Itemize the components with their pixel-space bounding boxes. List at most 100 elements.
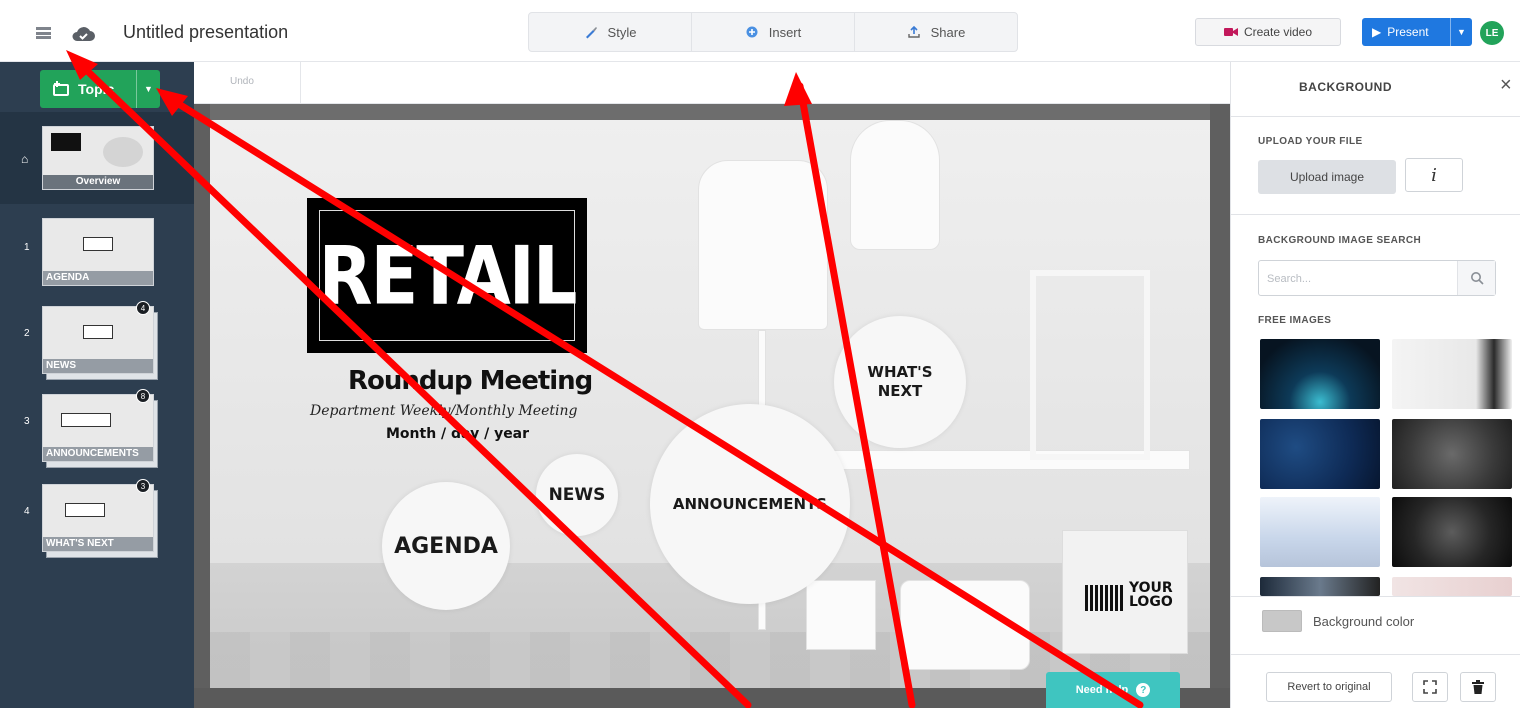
retail-title-frame: RETAIL: [319, 210, 577, 341]
close-icon[interactable]: ×: [1500, 74, 1512, 97]
topic-label: ANNOUNCEMENTS: [672, 495, 828, 513]
home-icon[interactable]: ⌂: [21, 152, 28, 166]
app-window: Untitled presentation Style Insert Share…: [0, 0, 1520, 708]
background-color-swatch[interactable]: [1262, 610, 1302, 632]
subtopic-count-badge: 4: [136, 301, 150, 315]
thumb-mini-block: [65, 503, 105, 517]
panel-title: BACKGROUND: [1299, 80, 1392, 94]
topic-options-chevron-down-icon[interactable]: ▼: [136, 70, 160, 108]
avatar[interactable]: LE: [1480, 21, 1504, 45]
free-image-thumbnail[interactable]: [1392, 577, 1512, 596]
topic-circle-announcements[interactable]: ANNOUNCEMENTS: [650, 404, 850, 604]
topic-label-line2: NEXT: [877, 382, 923, 400]
logo-placeholder[interactable]: YOUR LOGO: [1062, 530, 1188, 654]
background-color-label[interactable]: Background color: [1313, 614, 1414, 629]
image-search-section-label: BACKGROUND IMAGE SEARCH: [1258, 235, 1422, 246]
slide-thumbnail-announcements[interactable]: ANNOUNCEMENTS: [42, 394, 154, 462]
free-image-thumbnail[interactable]: [1260, 497, 1380, 567]
slide-number: 3: [24, 416, 30, 427]
subtopic-count-badge: 8: [136, 389, 150, 403]
fit-fullscreen-button[interactable]: [1412, 672, 1448, 702]
slide-thumbnail-whats-next[interactable]: WHAT'S NEXT: [42, 484, 154, 552]
overview-label: Overview: [43, 175, 153, 189]
search-button[interactable]: [1457, 261, 1495, 295]
slide-date[interactable]: Month / day / year: [386, 426, 529, 442]
tab-style[interactable]: Style: [529, 13, 691, 51]
mannequin: [850, 120, 940, 250]
slide-thumbnail-label: WHAT'S NEXT: [43, 537, 153, 551]
top-bar: Untitled presentation Style Insert Share…: [0, 0, 1520, 62]
barcode-logo-icon: [1085, 585, 1125, 611]
slide-thumbnail-agenda[interactable]: AGENDA: [42, 218, 154, 286]
topic-label: AGENDA: [394, 533, 498, 559]
present-main[interactable]: ▶ Present: [1362, 18, 1450, 46]
tab-share-label: Share: [930, 24, 966, 40]
present-options-chevron-down-icon[interactable]: ▼: [1450, 18, 1472, 46]
subtopic-count-badge: 3: [136, 479, 150, 493]
tab-style-label: Style: [607, 24, 637, 40]
upload-image-button[interactable]: Upload image: [1258, 160, 1396, 194]
create-video-label: Create video: [1243, 25, 1313, 39]
help-question-icon: ?: [1136, 683, 1151, 697]
free-image-thumbnail[interactable]: [1392, 419, 1512, 489]
slide-number: 2: [24, 328, 30, 339]
insert-shape-icon: [746, 26, 758, 38]
free-image-thumbnail[interactable]: [1392, 497, 1512, 567]
topic-circle-news[interactable]: NEWS: [536, 454, 618, 536]
topic-label: WHAT'S NEXT: [867, 363, 932, 401]
tab-share[interactable]: Share: [854, 13, 1017, 51]
retail-title-box[interactable]: RETAIL: [307, 198, 587, 353]
presentation-slide[interactable]: RETAIL Roundup Meeting Department Weekly…: [210, 120, 1210, 688]
thumb-mini-block: [61, 413, 111, 427]
video-camera-icon: [1223, 28, 1238, 36]
image-info-button[interactable]: i: [1405, 158, 1463, 192]
background-search-input[interactable]: [1267, 270, 1447, 288]
need-help-label: Need help: [1075, 684, 1129, 696]
slide-thumbnail-label: NEWS: [43, 359, 153, 373]
lamp-shade: [698, 160, 828, 330]
document-title[interactable]: Untitled presentation: [123, 22, 288, 43]
topic-circle-agenda[interactable]: AGENDA: [382, 482, 510, 610]
canvas-frame: [1210, 104, 1230, 708]
upload-section-label: UPLOAD YOUR FILE: [1258, 136, 1363, 147]
need-help-button[interactable]: Need help ?: [1046, 672, 1180, 708]
shopping-bag: [806, 580, 876, 650]
slide-thumbnail-label: AGENDA: [43, 271, 153, 285]
canvas-frame: [194, 104, 210, 708]
panel-divider: [1231, 654, 1520, 655]
slide-number: 1: [24, 242, 30, 253]
share-upload-icon: [907, 25, 920, 38]
search-icon: [1470, 272, 1484, 285]
thumb-brand-block: [51, 133, 81, 151]
topic-circle-whats-next[interactable]: WHAT'S NEXT: [834, 316, 966, 448]
delete-background-button[interactable]: [1460, 672, 1496, 702]
logo-line2: LOGO: [1129, 594, 1173, 610]
free-image-thumbnail[interactable]: [1260, 577, 1380, 596]
free-image-thumbnail[interactable]: [1260, 339, 1380, 409]
undo-button[interactable]: Undo: [230, 76, 254, 87]
slide-subheading[interactable]: Department Weekly/Monthly Meeting: [310, 403, 577, 419]
topic-label: NEWS: [548, 485, 606, 505]
toolbar-divider: [300, 62, 301, 104]
create-video-button[interactable]: Create video: [1195, 18, 1341, 46]
present-button[interactable]: ▶ Present ▼: [1362, 18, 1472, 46]
free-image-thumbnail[interactable]: [1392, 339, 1512, 409]
cloud-saved-icon[interactable]: [70, 23, 96, 43]
thumb-mini-block: [83, 237, 113, 251]
add-topic-button[interactable]: Topic ▼: [40, 70, 160, 108]
trash-icon: [1472, 680, 1484, 694]
add-topic-label: Topic: [78, 81, 115, 97]
free-image-thumbnail[interactable]: [1260, 419, 1380, 489]
overview-thumbnail[interactable]: Overview: [42, 126, 154, 190]
add-topic-main[interactable]: Topic: [40, 70, 136, 108]
slide-heading[interactable]: Roundup Meeting: [348, 366, 593, 396]
logo-text: YOUR LOGO: [1129, 581, 1173, 609]
panel-divider: [1231, 116, 1520, 117]
panel-divider: [1231, 596, 1520, 597]
sewing-machine: [900, 580, 1030, 670]
play-icon: ▶: [1372, 25, 1382, 39]
revert-to-original-button[interactable]: Revert to original: [1266, 672, 1392, 702]
menu-icon[interactable]: [36, 27, 51, 39]
slide-thumbnail-news[interactable]: NEWS: [42, 306, 154, 374]
tab-insert[interactable]: Insert: [691, 13, 854, 51]
